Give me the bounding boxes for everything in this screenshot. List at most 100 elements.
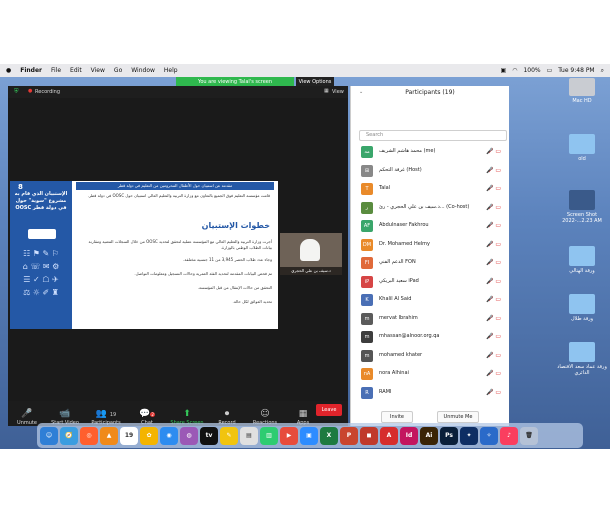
video-off-icon[interactable]: ▭ <box>495 278 501 285</box>
video-off-icon[interactable]: ▭ <box>495 148 501 155</box>
desktop-icon-folder-emad[interactable]: ورقة عماد سعد الاقتصاد الدائري <box>556 342 608 376</box>
muted-mic-icon[interactable]: 🎤̸ ▭ <box>486 222 501 229</box>
dock-app-icon[interactable]: ♪ <box>500 426 518 445</box>
participant-row[interactable]: nA nora Alhinai 🎤̸ ▭ <box>351 365 509 383</box>
dock-app-icon[interactable]: Id <box>400 426 418 445</box>
panel-popout-icon[interactable]: ⌄ <box>359 89 363 95</box>
dock-app-icon[interactable]: ✿ <box>140 426 158 445</box>
muted-mic-icon[interactable]: 🎤̸ ▭ <box>486 185 501 192</box>
menu-edit[interactable]: Edit <box>70 67 82 74</box>
muted-mic-icon[interactable]: 🎤̸ ▭ <box>486 296 501 303</box>
dock-app-icon[interactable]: A <box>380 426 398 445</box>
muted-mic-icon[interactable]: 🎤̸ ▭ <box>486 204 501 211</box>
clock[interactable]: Tue 9:48 PM <box>558 67 594 74</box>
unmute-me-button[interactable]: Unmute Me <box>437 411 479 423</box>
video-off-icon[interactable]: ▭ <box>495 222 501 229</box>
zoom-status-icon[interactable]: ▣ <box>501 67 507 74</box>
dock-app-icon[interactable]: ◉ <box>160 426 178 445</box>
dock-app-icon[interactable]: ✧ <box>480 426 498 445</box>
muted-mic-icon[interactable]: 🎤̸ ▭ <box>486 241 501 248</box>
participant-row[interactable]: ر د.سيف بن علي الحجري - رئ... (Co-host) 🎤̸… <box>351 199 509 217</box>
video-off-icon[interactable]: ▭ <box>495 296 501 303</box>
muted-mic-icon[interactable]: 🎤̸ ▭ <box>486 167 501 174</box>
spotlight-icon[interactable]: ⌕ <box>601 67 604 75</box>
dock-app-icon[interactable]: tv <box>200 426 218 445</box>
muted-mic-icon[interactable]: 🎤̸ ▭ <box>486 278 501 285</box>
participant-row[interactable]: m mohamed khater 🎤̸ ▭ <box>351 347 509 365</box>
dock-app-icon[interactable]: ☺ <box>40 426 58 445</box>
dock-app-icon[interactable]: ▣ <box>300 426 318 445</box>
desktop-icon-folder-hatali[interactable]: ورقة الهتالي <box>556 246 608 274</box>
muted-mic-icon[interactable]: 🎤̸ ▭ <box>486 370 501 377</box>
dock-app-icon[interactable]: ◼ <box>360 426 378 445</box>
video-off-icon[interactable]: ▭ <box>495 352 501 359</box>
desktop-icon-old[interactable]: old <box>556 134 608 162</box>
dock-app-icon[interactable]: ▲ <box>100 426 118 445</box>
video-off-icon[interactable]: ▭ <box>495 204 501 211</box>
participant-row[interactable]: K Khalil Al Said 🎤̸ ▭ <box>351 291 509 309</box>
desktop-icon-folder-talal[interactable]: ورقة طلال <box>556 294 608 322</box>
dock-app-icon[interactable]: Ps <box>440 426 458 445</box>
dock-app-icon[interactable]: ▥ <box>260 426 278 445</box>
participant-row[interactable]: AF Abdulnaser Fakhrou 🎤̸ ▭ <box>351 217 509 235</box>
video-off-icon[interactable]: ▭ <box>495 370 501 377</box>
participant-row[interactable]: m mhassan@alnoor.org.qa 🎤̸ ▭ <box>351 328 509 346</box>
dock-app-icon[interactable]: ◍ <box>180 426 198 445</box>
dock-app-icon[interactable]: ✦ <box>460 426 478 445</box>
desktop-icon-screenshot[interactable]: Screen Shot 2022-...2.23 AM <box>556 190 608 224</box>
menu-app-name[interactable]: Finder <box>20 67 42 74</box>
muted-mic-icon[interactable]: 🎤̸ ▭ <box>486 333 501 340</box>
dock-app-icon[interactable]: Ai <box>420 426 438 445</box>
menu-file[interactable]: File <box>51 67 61 74</box>
dock-app-icon[interactable]: 19 <box>120 426 138 445</box>
video-off-icon[interactable]: ▭ <box>495 333 501 340</box>
wifi-icon[interactable]: ◠ <box>512 67 517 74</box>
menu-view[interactable]: View <box>91 67 105 74</box>
dock-app-icon[interactable]: ✎ <box>220 426 238 445</box>
view-options-button[interactable]: View Options <box>296 77 334 86</box>
dock-app-icon[interactable]: 🧭 <box>60 426 78 445</box>
participant-row[interactable]: DM Dr. Mohamed Helmy 🎤̸ ▭ <box>351 236 509 254</box>
desktop-icon-label: old <box>578 156 586 162</box>
participant-row[interactable]: iP سعيد البريكي iPad 🎤̸ ▭ <box>351 273 509 291</box>
menu-help[interactable]: Help <box>164 67 178 74</box>
muted-mic-icon[interactable]: 🎤̸ ▭ <box>486 352 501 359</box>
battery-level[interactable]: 100% <box>523 67 540 74</box>
battery-icon[interactable]: ▭ <box>547 67 553 74</box>
muted-mic-icon[interactable]: 🎤̸ ▭ <box>486 259 501 266</box>
dock-app-icon[interactable]: ▤ <box>240 426 258 445</box>
participant-row[interactable]: مه محمد هاشم الشريف (me) 🎤̸ ▭ <box>351 143 509 161</box>
apple-icon[interactable]: ● <box>6 67 11 74</box>
invite-button[interactable]: Invite <box>381 411 413 423</box>
dock-app-icon[interactable]: X <box>320 426 338 445</box>
desktop-icon-mac-hd[interactable]: Mac HD <box>556 78 608 104</box>
participant-row[interactable]: R RAMI 🎤̸ ▭ <box>351 384 509 402</box>
view-button[interactable]: View <box>332 89 344 95</box>
leave-button[interactable]: Leave <box>316 404 342 416</box>
menu-go[interactable]: Go <box>114 67 122 74</box>
video-off-icon[interactable]: ▭ <box>495 259 501 266</box>
video-off-icon[interactable]: ▭ <box>495 241 501 248</box>
menu-window[interactable]: Window <box>131 67 155 74</box>
participants-search-input[interactable]: Search <box>359 130 507 141</box>
participant-row[interactable]: m mervat Ibrahim 🎤̸ ▭ <box>351 310 509 328</box>
muted-mic-icon[interactable]: 🎤̸ ▭ <box>486 148 501 155</box>
dock-app-icon[interactable]: P <box>340 426 358 445</box>
muted-mic-icon[interactable]: 🎤̸ ▭ <box>486 315 501 322</box>
grid-view-icon[interactable]: ▦ <box>324 88 329 94</box>
video-off-icon[interactable]: ▭ <box>495 389 501 396</box>
muted-mic-icon[interactable]: 🎤̸ ▭ <box>486 389 501 396</box>
dock-app-icon[interactable]: 🗑 <box>520 426 538 445</box>
slide-header-band: مقدمة عن استبيان حول الأطفال المحرومين م… <box>76 182 274 190</box>
video-off-icon[interactable]: ▭ <box>495 315 501 322</box>
participant-avatar: T <box>361 183 373 195</box>
participant-row[interactable]: T Talal 🎤̸ ▭ <box>351 180 509 198</box>
participant-video-tile[interactable]: د.سيف بن علي الحجري <box>280 233 342 275</box>
video-off-icon[interactable]: ▭ <box>495 185 501 192</box>
video-off-icon[interactable]: ▭ <box>495 167 501 174</box>
participant-row[interactable]: ⊞ غرفة التحكم (Host) 🎤̸ ▭ <box>351 162 509 180</box>
participant-row[interactable]: FI الدعم الفني FON 🎤̸ ▭ <box>351 254 509 272</box>
dock-app-icon[interactable]: ▶ <box>280 426 298 445</box>
shield-icon[interactable]: ⛨ <box>14 88 19 96</box>
dock-app-icon[interactable]: ◎ <box>80 426 98 445</box>
